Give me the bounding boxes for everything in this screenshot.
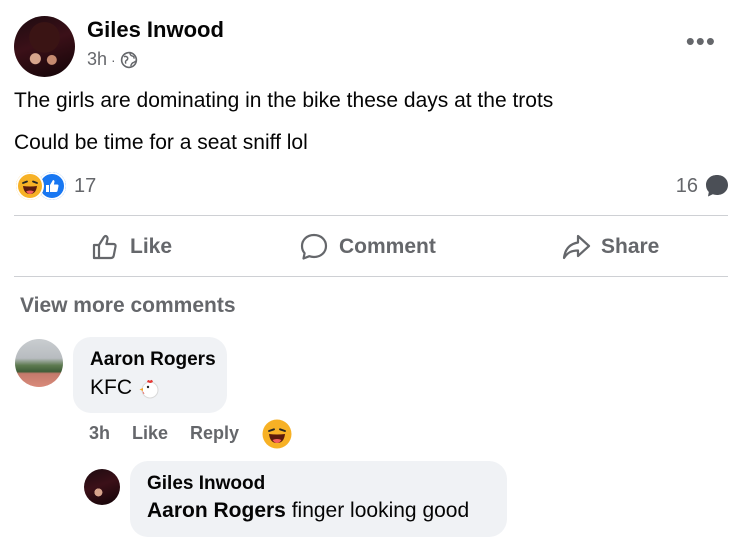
like-button-label: Like	[130, 235, 173, 258]
comment-button-label: Comment	[339, 235, 436, 258]
comment-like-button[interactable]: Like	[132, 423, 168, 444]
post-text-line-1: The girls are dominating in the bike the…	[14, 89, 554, 112]
reactions-count: 17	[74, 174, 97, 197]
comment-bubble-icon	[706, 175, 728, 197]
share-button[interactable]: Share	[561, 227, 659, 267]
haha-reaction-icon	[16, 172, 44, 200]
facebook-post: Giles Inwood 3h · ••• The girls are domi…	[0, 0, 750, 537]
comment-bubble: Aaron Rogers KFC	[73, 337, 227, 413]
post-meta: 3h ·	[87, 49, 138, 70]
reply-text: Aaron Rogers finger looking good	[147, 499, 469, 523]
post-time[interactable]: 3h	[87, 49, 107, 70]
comment-author-name[interactable]: Aaron Rogers	[90, 349, 216, 371]
like-icon	[92, 234, 117, 260]
meta-separator: ·	[111, 51, 116, 68]
reply-author-avatar[interactable]	[84, 469, 120, 505]
reply-author-name[interactable]: Giles Inwood	[147, 473, 265, 495]
post-author-name[interactable]: Giles Inwood	[87, 17, 224, 43]
divider-top	[14, 215, 728, 216]
comment-icon	[300, 233, 328, 260]
reply-bubble: Giles Inwood Aaron Rogers finger looking…	[130, 461, 507, 537]
more-options-icon[interactable]: •••	[686, 28, 716, 54]
reactions-summary[interactable]: 17	[16, 172, 96, 200]
comment-text-value: KFC	[90, 376, 132, 399]
chicken-icon	[139, 379, 159, 399]
comment-reply-button[interactable]: Reply	[190, 423, 239, 444]
comments-count[interactable]: 16	[676, 173, 730, 199]
comment-meta: 3h Like Reply	[89, 423, 239, 444]
view-more-comments-link[interactable]: View more comments	[20, 294, 236, 318]
reply-text-value: finger looking good	[285, 499, 470, 522]
globe-icon[interactable]	[120, 51, 138, 69]
share-icon	[562, 234, 591, 260]
commenter-avatar[interactable]	[15, 339, 63, 387]
share-button-label: Share	[601, 235, 660, 258]
divider-bottom	[14, 276, 728, 277]
comment-haha-reaction-icon[interactable]	[262, 419, 292, 449]
author-avatar[interactable]	[14, 16, 75, 77]
comment-button[interactable]: Comment	[299, 227, 436, 267]
reply-mention[interactable]: Aaron Rogers	[147, 499, 286, 522]
like-button[interactable]: Like	[90, 227, 172, 267]
comment-time[interactable]: 3h	[89, 423, 110, 444]
comments-count-value: 16	[675, 174, 698, 197]
post-text-line-2: Could be time for a seat sniff lol	[14, 131, 308, 154]
comment-text: KFC	[90, 376, 162, 400]
